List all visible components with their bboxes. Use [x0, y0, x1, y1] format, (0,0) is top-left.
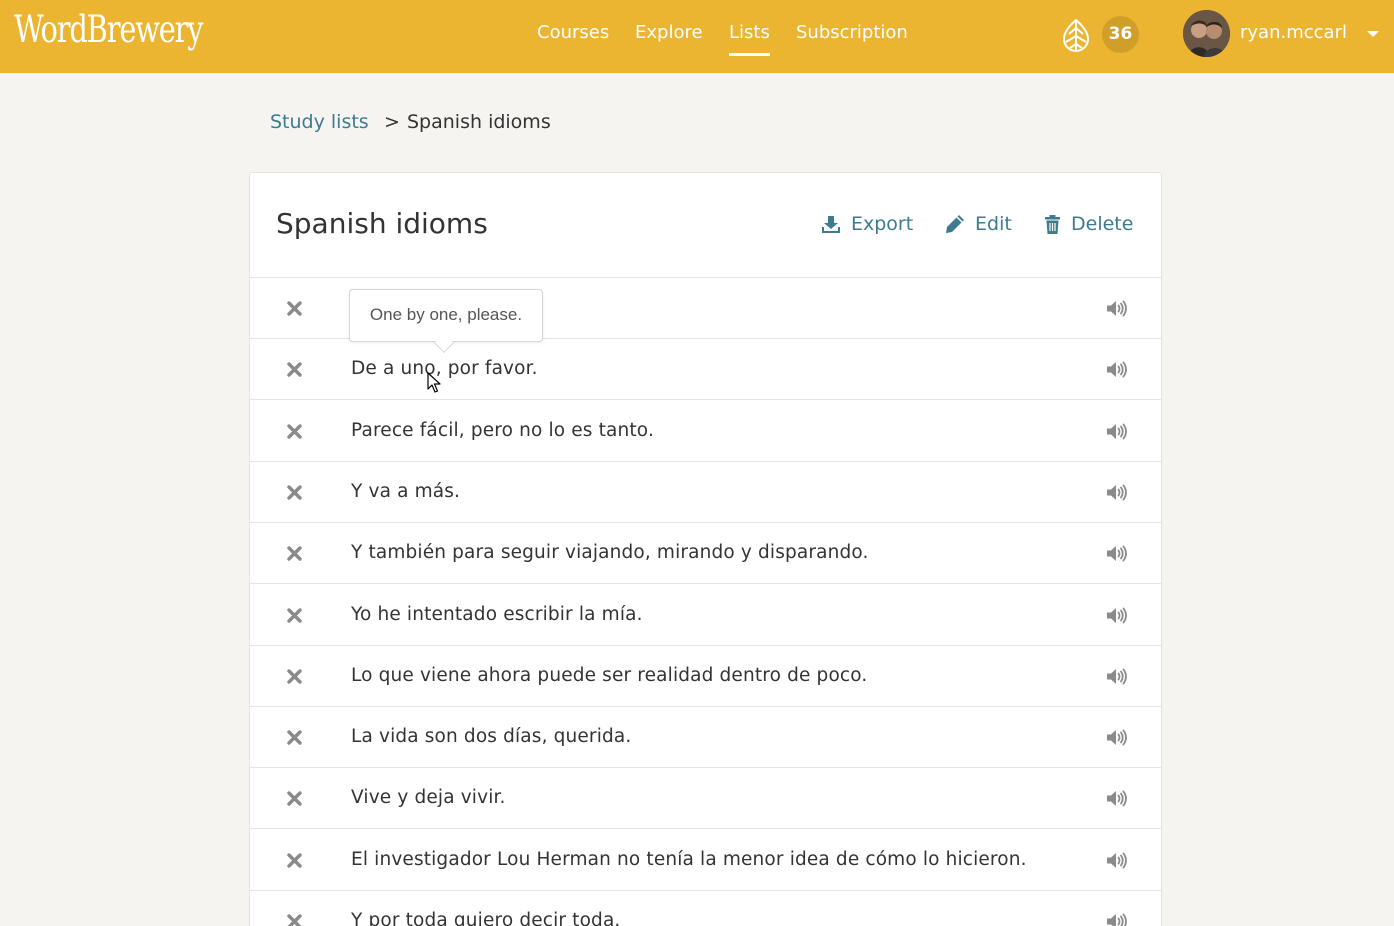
remove-phrase-x-icon[interactable] — [286, 300, 303, 317]
points-badge[interactable]: 36 — [1102, 16, 1139, 53]
speaker-icon[interactable] — [1106, 360, 1128, 379]
phrase-text[interactable]: Y por toda quiero decir toda. — [351, 910, 620, 926]
list-item: Parece fácil, pero no lo es tanto. — [250, 401, 1161, 462]
phrase-text[interactable]: Y va a más. — [351, 481, 460, 502]
phrase-text[interactable]: Y también para seguir viajando, mirando … — [351, 542, 869, 563]
list-item: Lo que viene ahora puede ser realidad de… — [250, 646, 1161, 707]
phrase-text[interactable]: Parece fácil, pero no lo es tanto. — [351, 420, 654, 441]
remove-phrase-x-icon[interactable] — [286, 913, 303, 926]
nav-explore[interactable]: Explore — [635, 22, 703, 43]
delete-label: Delete — [1071, 213, 1134, 235]
speaker-icon[interactable] — [1106, 851, 1128, 870]
remove-phrase-x-icon[interactable] — [286, 668, 303, 685]
remove-phrase-x-icon[interactable] — [286, 545, 303, 562]
chevron-down-icon[interactable] — [1367, 31, 1379, 37]
speaker-icon[interactable] — [1106, 422, 1128, 441]
breadcrumb-separator: > — [384, 111, 400, 133]
delete-button[interactable]: Delete — [1044, 211, 1133, 237]
list-item: Y también para seguir viajando, mirando … — [250, 523, 1161, 585]
list-item: Vive y deja vivir. — [250, 768, 1161, 830]
breadcrumb-study-lists[interactable]: Study lists — [270, 111, 369, 133]
username[interactable]: ryan.mccarl — [1240, 22, 1347, 43]
list-item: Y va a más. — [250, 462, 1161, 523]
pencil-icon — [946, 215, 964, 233]
hop-icon[interactable] — [1061, 18, 1091, 53]
remove-phrase-x-icon[interactable] — [286, 361, 303, 378]
speaker-icon[interactable] — [1106, 606, 1128, 625]
logo[interactable]: WordBrewery — [14, 8, 204, 51]
study-list-card: Spanish idioms Export Edit Delete era.De… — [249, 172, 1162, 926]
download-icon — [822, 215, 840, 233]
avatar[interactable] — [1183, 10, 1230, 57]
speaker-icon[interactable] — [1106, 912, 1128, 926]
export-label: Export — [851, 213, 914, 235]
list-item: De a uno, por favor. — [250, 339, 1161, 401]
top-navigation-bar: WordBrewery Courses Explore Lists Subscr… — [0, 0, 1394, 73]
speaker-icon[interactable] — [1106, 544, 1128, 563]
remove-phrase-x-icon[interactable] — [286, 423, 303, 440]
nav-lists[interactable]: Lists — [729, 22, 770, 56]
mouse-cursor-icon — [427, 372, 441, 393]
phrase-text[interactable]: Yo he intentado escribir la mía. — [351, 604, 643, 625]
speaker-icon[interactable] — [1106, 789, 1128, 808]
list-item: El investigador Lou Herman no tenía la m… — [250, 830, 1161, 891]
remove-phrase-x-icon[interactable] — [286, 607, 303, 624]
export-button[interactable]: Export — [821, 211, 913, 237]
remove-phrase-x-icon[interactable] — [286, 852, 303, 869]
remove-phrase-x-icon[interactable] — [286, 790, 303, 807]
tooltip-text: One by one, please. — [369, 305, 523, 324]
speaker-icon[interactable] — [1106, 483, 1128, 502]
nav-courses[interactable]: Courses — [537, 22, 609, 43]
breadcrumb-current: Spanish idioms — [407, 111, 551, 133]
trash-icon — [1045, 214, 1060, 234]
speaker-icon[interactable] — [1106, 299, 1128, 318]
phrase-text[interactable]: La vida son dos días, querida. — [351, 726, 631, 747]
list-item: Y por toda quiero decir toda. — [250, 891, 1161, 926]
edit-label: Edit — [975, 213, 1012, 235]
phrase-text[interactable]: Vive y deja vivir. — [351, 787, 506, 808]
remove-phrase-x-icon[interactable] — [286, 729, 303, 746]
speaker-icon[interactable] — [1106, 728, 1128, 747]
edit-button[interactable]: Edit — [945, 211, 1012, 237]
phrase-text[interactable]: Lo que viene ahora puede ser realidad de… — [351, 665, 867, 686]
page-title: Spanish idioms — [276, 207, 488, 240]
nav-subscription[interactable]: Subscription — [796, 22, 908, 43]
list-item: La vida son dos días, querida. — [250, 707, 1161, 769]
remove-phrase-x-icon[interactable] — [286, 484, 303, 501]
speaker-icon[interactable] — [1106, 667, 1128, 686]
translation-tooltip: One by one, please. — [349, 289, 543, 353]
phrase-text[interactable]: De a uno, por favor. — [351, 358, 538, 379]
phrase-text[interactable]: El investigador Lou Herman no tenía la m… — [351, 849, 1027, 870]
list-item: Yo he intentado escribir la mía. — [250, 585, 1161, 646]
